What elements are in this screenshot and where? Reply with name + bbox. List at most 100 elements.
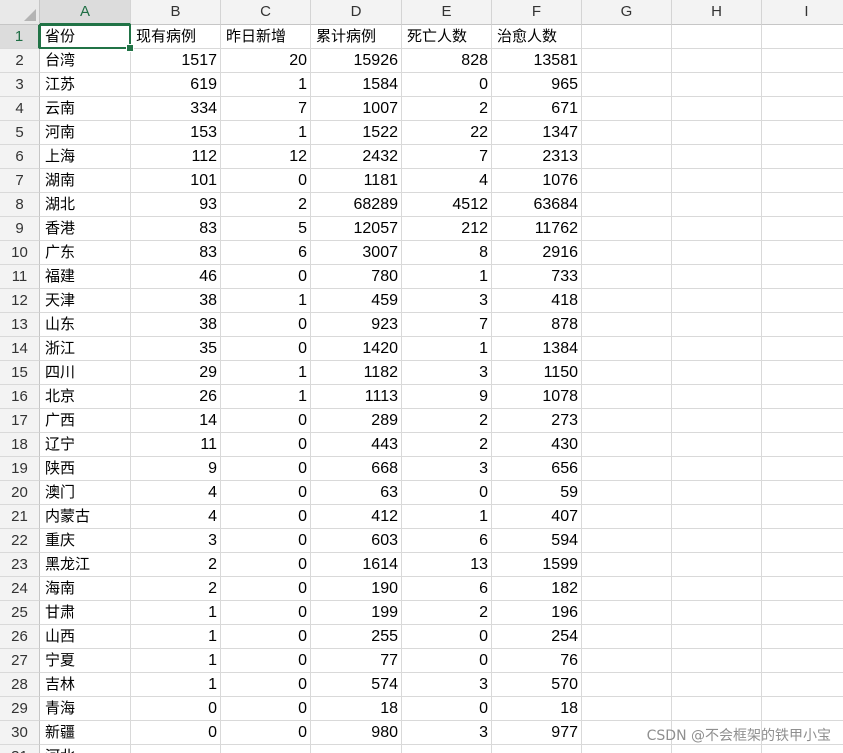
cell-e28[interactable]: 3 [402,673,492,697]
cell-b21[interactable]: 4 [131,505,221,529]
cell-a13[interactable]: 山东 [40,313,131,337]
cell-h6[interactable] [672,145,762,169]
cell-d7[interactable]: 1181 [311,169,402,193]
column-header-e[interactable]: E [402,0,492,25]
cell-h2[interactable] [672,49,762,73]
cell-f22[interactable]: 594 [492,529,582,553]
cell-b29[interactable]: 0 [131,697,221,721]
cell-c22[interactable]: 0 [221,529,311,553]
cell-a30[interactable]: 新疆 [40,721,131,745]
row-header-21[interactable]: 21 [0,505,40,529]
column-header-h[interactable]: H [672,0,762,25]
cell-i1[interactable] [762,25,843,49]
cell-i11[interactable] [762,265,843,289]
cell-e9[interactable]: 212 [402,217,492,241]
cell-e30[interactable]: 3 [402,721,492,745]
row-header-12[interactable]: 12 [0,289,40,313]
cell-f10[interactable]: 2916 [492,241,582,265]
cell-d5[interactable]: 1522 [311,121,402,145]
cell-i31[interactable] [762,745,843,753]
cell-g12[interactable] [582,289,672,313]
cell-g14[interactable] [582,337,672,361]
row-header-31[interactable]: 31 [0,745,40,753]
cell-h31[interactable] [672,745,762,753]
cell-a31[interactable]: 河北 [40,745,131,753]
cell-d23[interactable]: 1614 [311,553,402,577]
row-header-7[interactable]: 7 [0,169,40,193]
cell-e10[interactable]: 8 [402,241,492,265]
cell-f3[interactable]: 965 [492,73,582,97]
cell-h1[interactable] [672,25,762,49]
cell-b10[interactable]: 83 [131,241,221,265]
cell-a8[interactable]: 湖北 [40,193,131,217]
cell-i3[interactable] [762,73,843,97]
cell-a19[interactable]: 陕西 [40,457,131,481]
cell-f4[interactable]: 671 [492,97,582,121]
row-header-24[interactable]: 24 [0,577,40,601]
cell-b20[interactable]: 4 [131,481,221,505]
cell-g29[interactable] [582,697,672,721]
cell-c14[interactable]: 0 [221,337,311,361]
row-header-10[interactable]: 10 [0,241,40,265]
cell-a25[interactable]: 甘肃 [40,601,131,625]
cell-e21[interactable]: 1 [402,505,492,529]
cell-i4[interactable] [762,97,843,121]
cell-f7[interactable]: 1076 [492,169,582,193]
cell-a9[interactable]: 香港 [40,217,131,241]
cell-c30[interactable]: 0 [221,721,311,745]
cell-g9[interactable] [582,217,672,241]
cell-g4[interactable] [582,97,672,121]
cell-b13[interactable]: 38 [131,313,221,337]
cell-d12[interactable]: 459 [311,289,402,313]
cell-a7[interactable]: 湖南 [40,169,131,193]
cell-i21[interactable] [762,505,843,529]
cell-f8[interactable]: 63684 [492,193,582,217]
cell-h26[interactable] [672,625,762,649]
cell-f13[interactable]: 878 [492,313,582,337]
cell-d13[interactable]: 923 [311,313,402,337]
cell-g31[interactable] [582,745,672,753]
cell-g24[interactable] [582,577,672,601]
row-header-16[interactable]: 16 [0,385,40,409]
cell-i5[interactable] [762,121,843,145]
cell-d16[interactable]: 1113 [311,385,402,409]
row-header-14[interactable]: 14 [0,337,40,361]
cell-d9[interactable]: 12057 [311,217,402,241]
row-header-1[interactable]: 1 [0,25,40,49]
cell-f25[interactable]: 196 [492,601,582,625]
cell-d4[interactable]: 1007 [311,97,402,121]
cell-a16[interactable]: 北京 [40,385,131,409]
cell-e23[interactable]: 13 [402,553,492,577]
cell-a11[interactable]: 福建 [40,265,131,289]
cell-d18[interactable]: 443 [311,433,402,457]
cell-f28[interactable]: 570 [492,673,582,697]
column-header-a[interactable]: A [40,0,131,25]
cell-c7[interactable]: 0 [221,169,311,193]
cell-e25[interactable]: 2 [402,601,492,625]
cell-e8[interactable]: 4512 [402,193,492,217]
cell-b4[interactable]: 334 [131,97,221,121]
column-header-f[interactable]: F [492,0,582,25]
cell-d31[interactable] [311,745,402,753]
cell-i14[interactable] [762,337,843,361]
cell-c15[interactable]: 1 [221,361,311,385]
cell-b15[interactable]: 29 [131,361,221,385]
cell-b25[interactable]: 1 [131,601,221,625]
cell-d19[interactable]: 668 [311,457,402,481]
row-header-15[interactable]: 15 [0,361,40,385]
cell-h20[interactable] [672,481,762,505]
row-header-26[interactable]: 26 [0,625,40,649]
cell-a18[interactable]: 辽宁 [40,433,131,457]
column-header-c[interactable]: C [221,0,311,25]
cell-b31[interactable] [131,745,221,753]
cell-c23[interactable]: 0 [221,553,311,577]
cell-a27[interactable]: 宁夏 [40,649,131,673]
cell-c27[interactable]: 0 [221,649,311,673]
cell-g20[interactable] [582,481,672,505]
cell-e7[interactable]: 4 [402,169,492,193]
cell-c19[interactable]: 0 [221,457,311,481]
cell-a6[interactable]: 上海 [40,145,131,169]
cell-d14[interactable]: 1420 [311,337,402,361]
cell-d1[interactable]: 累计病例 [311,25,402,49]
cell-b23[interactable]: 2 [131,553,221,577]
